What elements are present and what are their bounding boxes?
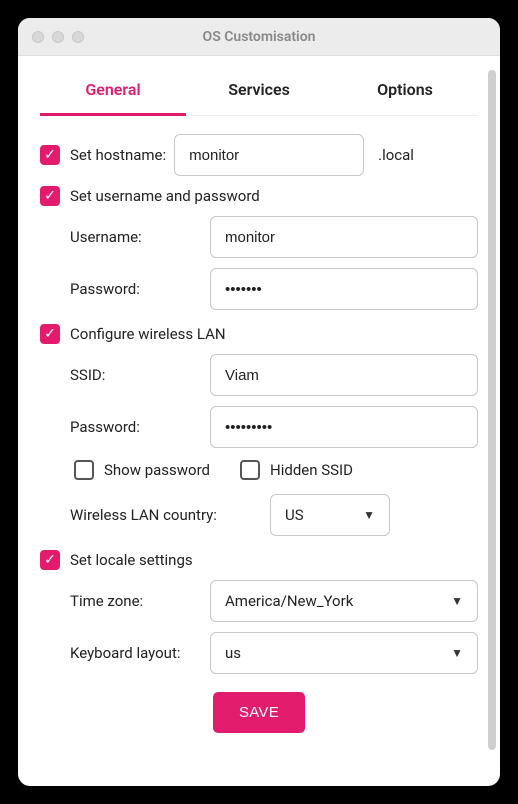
check-icon: ✓ bbox=[44, 553, 56, 567]
timezone-label: Time zone: bbox=[70, 592, 200, 610]
hidden-ssid-checkbox[interactable] bbox=[240, 460, 260, 480]
keyboard-select[interactable]: us ▼ bbox=[210, 632, 478, 674]
maximize-window-button[interactable] bbox=[72, 31, 84, 43]
tab-general[interactable]: General bbox=[40, 62, 186, 116]
keyboard-value: us bbox=[225, 644, 241, 662]
locale-header: Set locale settings bbox=[70, 551, 193, 569]
window-controls bbox=[18, 31, 84, 43]
wifi-country-value: US bbox=[285, 506, 304, 524]
wifi-header: Configure wireless LAN bbox=[70, 325, 226, 343]
check-icon: ✓ bbox=[44, 148, 56, 162]
wifi-country-select[interactable]: US ▼ bbox=[270, 494, 390, 536]
show-password-checkbox[interactable] bbox=[74, 460, 94, 480]
user-password-input[interactable] bbox=[210, 268, 478, 310]
hostname-checkbox[interactable]: ✓ bbox=[40, 145, 60, 165]
hidden-ssid-label: Hidden SSID bbox=[270, 461, 353, 479]
scrollbar[interactable] bbox=[488, 70, 496, 750]
hostname-suffix: .local bbox=[378, 146, 414, 164]
chevron-down-icon: ▼ bbox=[363, 508, 375, 522]
timezone-value: America/New_York bbox=[225, 592, 353, 610]
credentials-checkbox[interactable]: ✓ bbox=[40, 186, 60, 206]
dialog-window: OS Customisation General Services Option… bbox=[18, 18, 500, 786]
chevron-down-icon: ▼ bbox=[451, 594, 463, 608]
minimize-window-button[interactable] bbox=[52, 31, 64, 43]
titlebar: OS Customisation bbox=[18, 18, 500, 56]
hostname-input[interactable] bbox=[174, 134, 364, 176]
content-area: General Services Options ✓ Set hostname:… bbox=[18, 56, 500, 784]
locale-checkbox[interactable]: ✓ bbox=[40, 550, 60, 570]
close-window-button[interactable] bbox=[32, 31, 44, 43]
keyboard-label: Keyboard layout: bbox=[70, 644, 200, 662]
show-password-toggle[interactable]: Show password bbox=[74, 460, 210, 480]
tabs: General Services Options bbox=[40, 62, 478, 116]
show-password-label: Show password bbox=[104, 461, 210, 479]
wifi-password-label: Password: bbox=[70, 418, 200, 436]
user-password-label: Password: bbox=[70, 280, 200, 298]
hostname-label: Set hostname: bbox=[70, 146, 166, 164]
chevron-down-icon: ▼ bbox=[451, 646, 463, 660]
save-button[interactable]: SAVE bbox=[213, 692, 305, 733]
tab-services[interactable]: Services bbox=[186, 62, 332, 115]
ssid-label: SSID: bbox=[70, 366, 200, 384]
wifi-password-input[interactable] bbox=[210, 406, 478, 448]
ssid-input[interactable] bbox=[210, 354, 478, 396]
check-icon: ✓ bbox=[44, 327, 56, 341]
tab-options[interactable]: Options bbox=[332, 62, 478, 115]
check-icon: ✓ bbox=[44, 189, 56, 203]
hidden-ssid-toggle[interactable]: Hidden SSID bbox=[240, 460, 353, 480]
username-input[interactable] bbox=[210, 216, 478, 258]
window-title: OS Customisation bbox=[18, 29, 500, 45]
timezone-select[interactable]: America/New_York ▼ bbox=[210, 580, 478, 622]
wifi-country-label: Wireless LAN country: bbox=[70, 506, 270, 524]
credentials-header: Set username and password bbox=[70, 187, 260, 205]
username-label: Username: bbox=[70, 228, 200, 246]
wifi-checkbox[interactable]: ✓ bbox=[40, 324, 60, 344]
